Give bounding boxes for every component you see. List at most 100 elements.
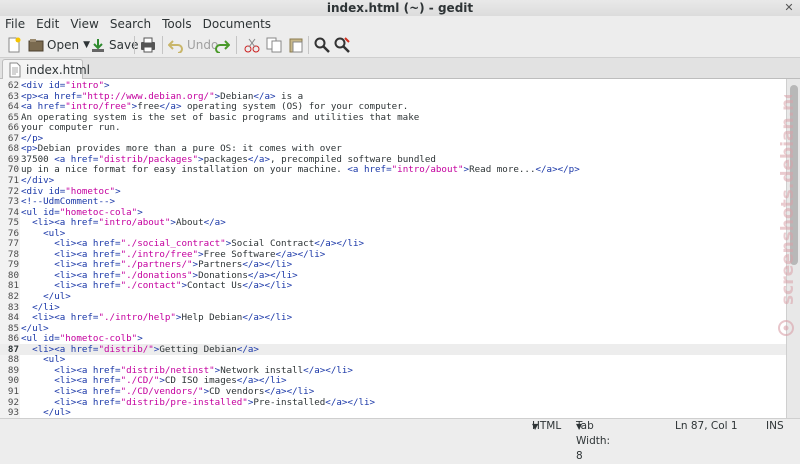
code-line[interactable]: 90 <li><a href="./CD/">CD ISO images</a>… — [0, 375, 786, 386]
code-line[interactable]: 82 </ul> — [0, 291, 786, 302]
line-number: 75 — [1, 217, 19, 228]
line-text: <p><a href="http://www.debian.org/">Debi… — [21, 91, 303, 102]
line-text: 37500 <a href="distrib/packages">package… — [21, 154, 436, 165]
tab-index-html[interactable]: index.html — [2, 59, 83, 79]
find-button[interactable] — [314, 35, 333, 55]
code-line[interactable]: 88 <ul> — [0, 354, 786, 365]
code-line[interactable]: 63<p><a href="http://www.debian.org/">De… — [0, 91, 786, 102]
toolbar-separator — [236, 36, 237, 54]
line-number: 76 — [1, 228, 19, 239]
line-number: 62 — [1, 80, 19, 91]
code-line[interactable]: 91 <li><a href="./CD/vendors/">CD vendor… — [0, 386, 786, 397]
open-label: Open — [47, 38, 79, 52]
code-line[interactable]: 86<ul id="hometoc-colb"> — [0, 333, 786, 344]
code-line[interactable]: 6937500 <a href="distrib/packages">packa… — [0, 154, 786, 165]
save-button[interactable]: Save — [90, 35, 138, 55]
code-line[interactable]: 84 <li><a href="./intro/help">Help Debia… — [0, 312, 786, 323]
line-number: 72 — [1, 186, 19, 197]
code-line[interactable]: 83 </li> — [0, 302, 786, 313]
menu-file[interactable]: File — [0, 16, 31, 32]
line-text: <ul> — [21, 354, 65, 365]
line-text: <li><a href="./CD/">CD ISO images</a></l… — [21, 375, 287, 386]
paste-button[interactable] — [288, 35, 307, 55]
line-number: 74 — [1, 207, 19, 218]
redo-button[interactable] — [214, 35, 233, 55]
line-number: 67 — [1, 133, 19, 144]
print-button[interactable] — [140, 35, 159, 55]
line-number: 73 — [1, 196, 19, 207]
code-line[interactable]: 92 <li><a href="distrib/pre-installed">P… — [0, 397, 786, 408]
code-line[interactable]: 64<a href="intro/free">free</a> operatin… — [0, 101, 786, 112]
menu-tools[interactable]: Tools — [157, 16, 198, 32]
line-text: your computer run. — [21, 122, 121, 133]
line-text: <div id="intro"> — [21, 80, 110, 91]
line-text: <li><a href="./partners/">Partners</a></… — [21, 259, 292, 270]
toolbar-separator — [162, 36, 163, 54]
new-button[interactable] — [6, 35, 25, 55]
undo-icon — [168, 37, 184, 53]
line-text: <div id="hometoc"> — [21, 186, 121, 197]
code-line[interactable]: 77 <li><a href="./social_contract">Socia… — [0, 238, 786, 249]
dropdown-arrow-icon[interactable]: ▼ — [83, 40, 90, 50]
line-number: 69 — [1, 154, 19, 165]
status-bar: HTML ▼ Tab Width: 8 ▼ Ln 87, Col 1 INS — [0, 418, 800, 434]
line-text: <li><a href="distrib/pre-installed">Pre-… — [21, 397, 375, 408]
code-line[interactable]: 67</p> — [0, 133, 786, 144]
code-line[interactable]: 81 <li><a href="./contact">Contact Us</a… — [0, 280, 786, 291]
code-line[interactable]: 85</ul> — [0, 323, 786, 334]
open-button[interactable]: Open ▼ — [28, 35, 90, 55]
line-text: <li><a href="./intro/help">Help Debian</… — [21, 312, 292, 323]
code-line[interactable]: 70up in a nice format for easy installat… — [0, 164, 786, 175]
window-title: index.html (~) - gedit — [327, 1, 473, 15]
dropdown-arrow-icon: ▼ — [576, 419, 582, 434]
line-number: 70 — [1, 164, 19, 175]
code-line[interactable]: 75 <li><a href="intro/about">About</a> — [0, 217, 786, 228]
line-text: <li><a href="intro/about">About</a> — [21, 217, 226, 228]
line-text: <li><a href="./donations">Donations</a><… — [21, 270, 298, 281]
code-line[interactable]: 89 <li><a href="distrib/netinst">Network… — [0, 365, 786, 376]
undo-button[interactable]: Undo — [168, 35, 218, 55]
close-icon[interactable]: ✕ — [782, 1, 796, 15]
line-number: 89 — [1, 365, 19, 376]
code-line[interactable]: 73<!--UdmComment--> — [0, 196, 786, 207]
find-icon — [314, 37, 330, 53]
cut-button[interactable] — [244, 35, 263, 55]
new-document-icon — [6, 37, 22, 53]
watermark-logo-icon: screenshots.debian.net — [771, 95, 800, 355]
menu-documents[interactable]: Documents — [198, 16, 277, 32]
menu-bar: FileEditViewSearchToolsDocuments — [0, 16, 800, 32]
code-line[interactable]: 79 <li><a href="./partners/">Partners</a… — [0, 259, 786, 270]
cut-icon — [244, 37, 260, 53]
document-tab-bar: index.html — [0, 58, 800, 79]
code-line[interactable]: 74<ul id="hometoc-cola"> — [0, 207, 786, 218]
text-editor[interactable]: 62<div id="intro">63<p><a href="http://w… — [0, 79, 786, 418]
code-line[interactable]: 71</div> — [0, 175, 786, 186]
code-line[interactable]: 87 <li><a href="distrib/">Getting Debian… — [0, 344, 786, 355]
code-line[interactable]: 68<p>Debian provides more than a pure OS… — [0, 143, 786, 154]
menu-search[interactable]: Search — [105, 16, 157, 32]
code-line[interactable]: 72<div id="hometoc"> — [0, 186, 786, 197]
code-line[interactable]: 93 </ul> — [0, 407, 786, 418]
line-number: 77 — [1, 238, 19, 249]
copy-button[interactable] — [266, 35, 285, 55]
tab-label: index.html — [26, 63, 90, 77]
line-text: </div> — [21, 175, 54, 186]
code-line[interactable]: 66your computer run. — [0, 122, 786, 133]
code-line[interactable]: 65An operating system is the set of basi… — [0, 112, 786, 123]
line-text: </ul> — [21, 407, 71, 418]
menu-edit[interactable]: Edit — [31, 16, 65, 32]
watermark-text: screenshots.debian.net — [778, 95, 798, 305]
line-number: 80 — [1, 270, 19, 281]
code-line[interactable]: 78 <li><a href="./intro/free">Free Softw… — [0, 249, 786, 260]
code-line[interactable]: 62<div id="intro"> — [0, 80, 786, 91]
insert-mode: INS — [766, 419, 784, 434]
line-text: </p> — [21, 133, 43, 144]
line-number: 63 — [1, 91, 19, 102]
line-number: 79 — [1, 259, 19, 270]
find-replace-button[interactable] — [334, 35, 353, 55]
code-line[interactable]: 80 <li><a href="./donations">Donations</… — [0, 270, 786, 281]
code-line[interactable]: 76 <ul> — [0, 228, 786, 239]
menu-view[interactable]: View — [65, 16, 104, 32]
line-number: 87 — [1, 344, 19, 355]
line-text: <p>Debian provides more than a pure OS: … — [21, 143, 342, 154]
